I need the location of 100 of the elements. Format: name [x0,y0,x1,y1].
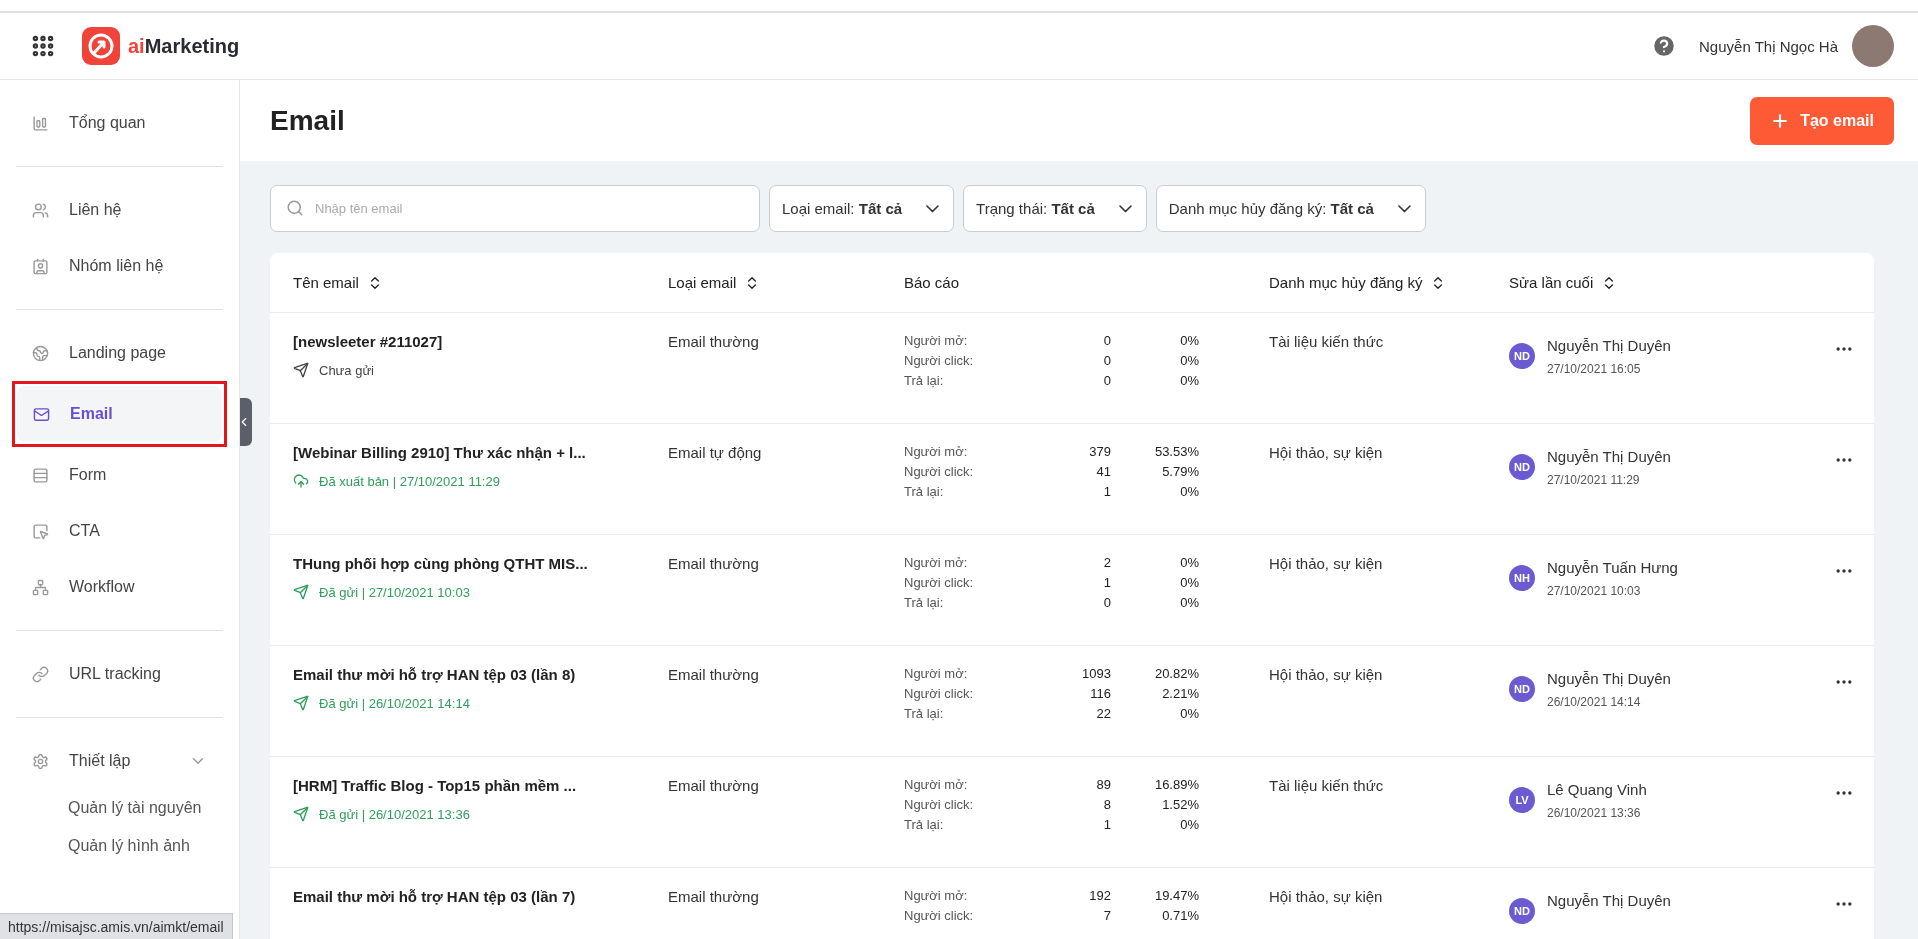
email-type: Email thường [668,888,760,905]
user-avatar[interactable] [1852,25,1894,67]
metric-label: Người mở: [904,777,969,792]
editor-name: Nguyễn Thị Duyên [1547,448,1671,465]
metric-count: 1 [1102,484,1111,499]
editor-avatar: ND [1509,676,1535,702]
user-name: Nguyễn Thị Ngọc Hà [1699,37,1838,55]
column-header[interactable]: Sửa lần cuối [1509,274,1834,291]
metric-label: Người click: [904,464,975,479]
filter-dropdown[interactable]: Trạng thái: Tất cả [963,185,1147,232]
metric-count: 0 [1102,373,1111,388]
chart-icon [32,114,49,132]
send-icon [293,362,309,378]
metric-label: Trả lại: [904,706,945,721]
sidebar-subitem[interactable]: Quản lý hình ảnh [16,827,223,865]
sidebar-item[interactable]: Tổng quan [16,95,223,151]
unsubscribe-category: Hội thảo, sự kiện [1269,888,1384,905]
settings-icon [32,752,49,770]
chevron-down-icon [1118,204,1132,213]
metric-label: Trả lại: [904,484,945,499]
edit-time: 26/10/2021 13:36 [1547,806,1642,820]
metric-count: 0 [1102,595,1111,610]
metric-label: Trả lại: [904,595,945,610]
metric-percent: 19.47% [1153,888,1199,903]
metric-label: Người click: [904,575,975,590]
apps-grid-icon[interactable] [30,33,56,59]
metric-percent: 0.71% [1161,908,1199,923]
email-status: Đã gửi | 26/10/2021 14:14 [293,695,668,711]
search-field[interactable]: Nhập tên email [270,185,760,232]
column-header[interactable]: Loại email [668,274,904,291]
metric-count: 2 [1102,555,1111,570]
metric-count: 1093 [1081,666,1111,681]
metric-percent: 0% [1179,373,1199,388]
email-type: Email thường [668,666,760,683]
metric-percent: 5.79% [1161,464,1199,479]
email-name[interactable]: [HRM] Traffic Blog - Top15 phần mềm ... [293,777,668,794]
metric-percent: 0% [1179,555,1199,570]
email-type: Email thường [668,333,760,350]
link-preview-url: https://misajsc.amis.vn/aimkt/email [0,913,233,939]
unsubscribe-category: Tài liệu kiến thức [1269,333,1385,350]
metric-label: Người mở: [904,333,969,348]
sidebar-item[interactable]: CTA [16,503,223,559]
network-icon [32,578,49,596]
editor-avatar: LV [1509,787,1535,813]
editor-avatar: ND [1509,343,1535,369]
sidebar-item[interactable]: Workflow [16,559,223,615]
metric-count: 0 [1102,353,1111,368]
sidebar-item[interactable]: Nhóm liên hệ [16,238,223,294]
filter-dropdown[interactable]: Loại email: Tất cả [769,185,955,232]
email-name[interactable]: Email thư mời hỗ trợ HAN tệp 03 (lần 7) [293,888,668,905]
filter-dropdown[interactable]: Danh mục hủy đăng ký: Tất cả [1155,185,1426,232]
sidebar-item[interactable]: Email [17,386,222,442]
edit-time: 26/10/2021 14:14 [1547,695,1642,709]
contact-card-icon [32,257,49,275]
email-name[interactable]: THung phối hợp cùng phòng QTHT MIS... [293,555,668,572]
email-name[interactable]: [newsleeter #211027] [293,333,668,350]
unsubscribe-category: Hội thảo, sự kiện [1269,555,1384,572]
chevron-down-icon [1397,204,1411,213]
column-header[interactable]: Danh mục hủy đăng ký [1269,274,1509,291]
email-name[interactable]: Email thư mời hỗ trợ HAN tệp 03 (lần 8) [293,666,668,683]
email-status: Đã gửi | 27/10/2021 10:03 [293,584,668,600]
email-status: Đã xuất bản | 27/10/2021 11:29 [293,473,668,489]
search-icon [286,199,304,217]
metric-label: Người click: [904,353,975,368]
metric-count: 192 [1088,888,1111,903]
metric-percent: 0% [1179,706,1199,721]
email-name[interactable]: [Webinar Billing 2910] Thư xác nhận + l... [293,444,668,461]
sidebar-subitem[interactable]: Quản lý tài nguyên [16,789,223,827]
metric-percent: 0% [1179,575,1199,590]
sidebar-item[interactable]: Liên hệ [16,182,223,238]
metric-label: Người mở: [904,666,969,681]
pointer-icon [32,522,49,540]
sidebar-item[interactable]: Thiết lập [16,733,223,789]
rows-icon [32,466,49,484]
metric-percent: 16.89% [1153,777,1199,792]
link-icon [32,665,49,683]
chevron-down-icon [926,204,940,213]
column-header[interactable]: Tên email [293,274,668,291]
sidebar-item[interactable]: Landing page [16,325,223,381]
metric-count: 22 [1095,706,1111,721]
metric-percent: 0% [1179,353,1199,368]
metric-label: Người click: [904,797,975,812]
planet-icon [32,344,49,362]
sidebar-item[interactable]: Form [16,447,223,503]
email-type: Email tự động [668,444,763,461]
editor-avatar: NH [1509,565,1535,591]
send-icon [293,584,309,600]
metric-percent: 0% [1179,333,1199,348]
metric-percent: 1.52% [1161,797,1199,812]
editor-avatar: ND [1509,454,1535,480]
sidebar-item[interactable]: URL tracking [16,646,223,702]
users-icon [32,201,49,219]
metric-label: Người click: [904,686,975,701]
metric-label: Người mở: [904,444,969,459]
collapse-sidebar-button[interactable] [240,398,252,446]
metric-percent: 20.82% [1153,666,1199,681]
cloud-upload-icon [293,473,309,489]
column-header: Báo cáo [904,274,961,291]
email-status: Chưa gửi [293,362,668,378]
brand-name: aiMarketing [128,34,240,58]
